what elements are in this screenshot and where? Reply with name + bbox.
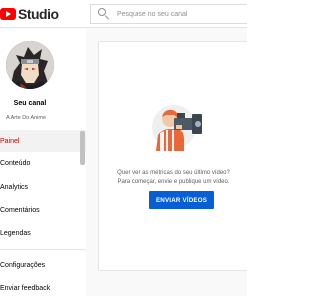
nav-item-label: Painel: [0, 137, 20, 145]
sidebar-scrollbar[interactable]: [80, 131, 85, 165]
studio-window: Studio Seu canal A Arte Do Anime: [0, 0, 247, 296]
sidebar: Seu canal A Arte Do Anime Painel Conteúd…: [0, 29, 86, 296]
nav-item-configuracoes[interactable]: Configurações: [0, 254, 86, 276]
nav-item-label: Configurações: [0, 261, 46, 269]
nav-item-analytics[interactable]: Analytics: [0, 176, 86, 198]
nav-item-label: Legendas: [0, 229, 31, 237]
nav-item-label: Analytics: [0, 183, 29, 191]
search-icon[interactable]: [95, 5, 115, 23]
studio-logo[interactable]: Studio: [0, 6, 59, 22]
latest-video-card: Quer ver as métricas do seu último vídeo…: [98, 41, 247, 271]
upload-videos-button[interactable]: ENVIAR VÍDEOS: [149, 191, 214, 209]
channel-avatar[interactable]: [6, 41, 54, 89]
nav-item-enviar-feedback[interactable]: Enviar feedback: [0, 277, 86, 296]
sidebar-divider: [0, 249, 86, 250]
empty-state-line-1: Quer ver as métricas do seu último vídeo…: [117, 170, 230, 176]
nav-item-label: Comentários: [0, 206, 40, 214]
youtube-play-icon: [0, 8, 16, 20]
logo-text: Studio: [18, 6, 59, 22]
nav-item-label: Enviar feedback: [0, 284, 51, 292]
nav-item-painel[interactable]: Painel: [0, 130, 86, 152]
empty-state-line-2: Para começar, envie e publique um vídeo.: [117, 179, 230, 185]
nav-item-conteudo[interactable]: Conteúdo: [0, 152, 86, 174]
search-box[interactable]: [90, 4, 247, 24]
dashboard-main: Quer ver as métricas do seu último vídeo…: [86, 29, 247, 296]
nav-item-comentarios[interactable]: Comentários: [0, 199, 86, 221]
nav-item-label: Conteúdo: [0, 159, 31, 167]
camera-person-illustration: [150, 101, 206, 151]
top-bar: Studio: [0, 0, 247, 28]
nav-item-legendas[interactable]: Legendas: [0, 222, 86, 244]
channel-title: Seu canal: [13, 100, 47, 107]
search-input[interactable]: [117, 10, 237, 18]
channel-name: A Arte Do Anime: [6, 115, 47, 121]
